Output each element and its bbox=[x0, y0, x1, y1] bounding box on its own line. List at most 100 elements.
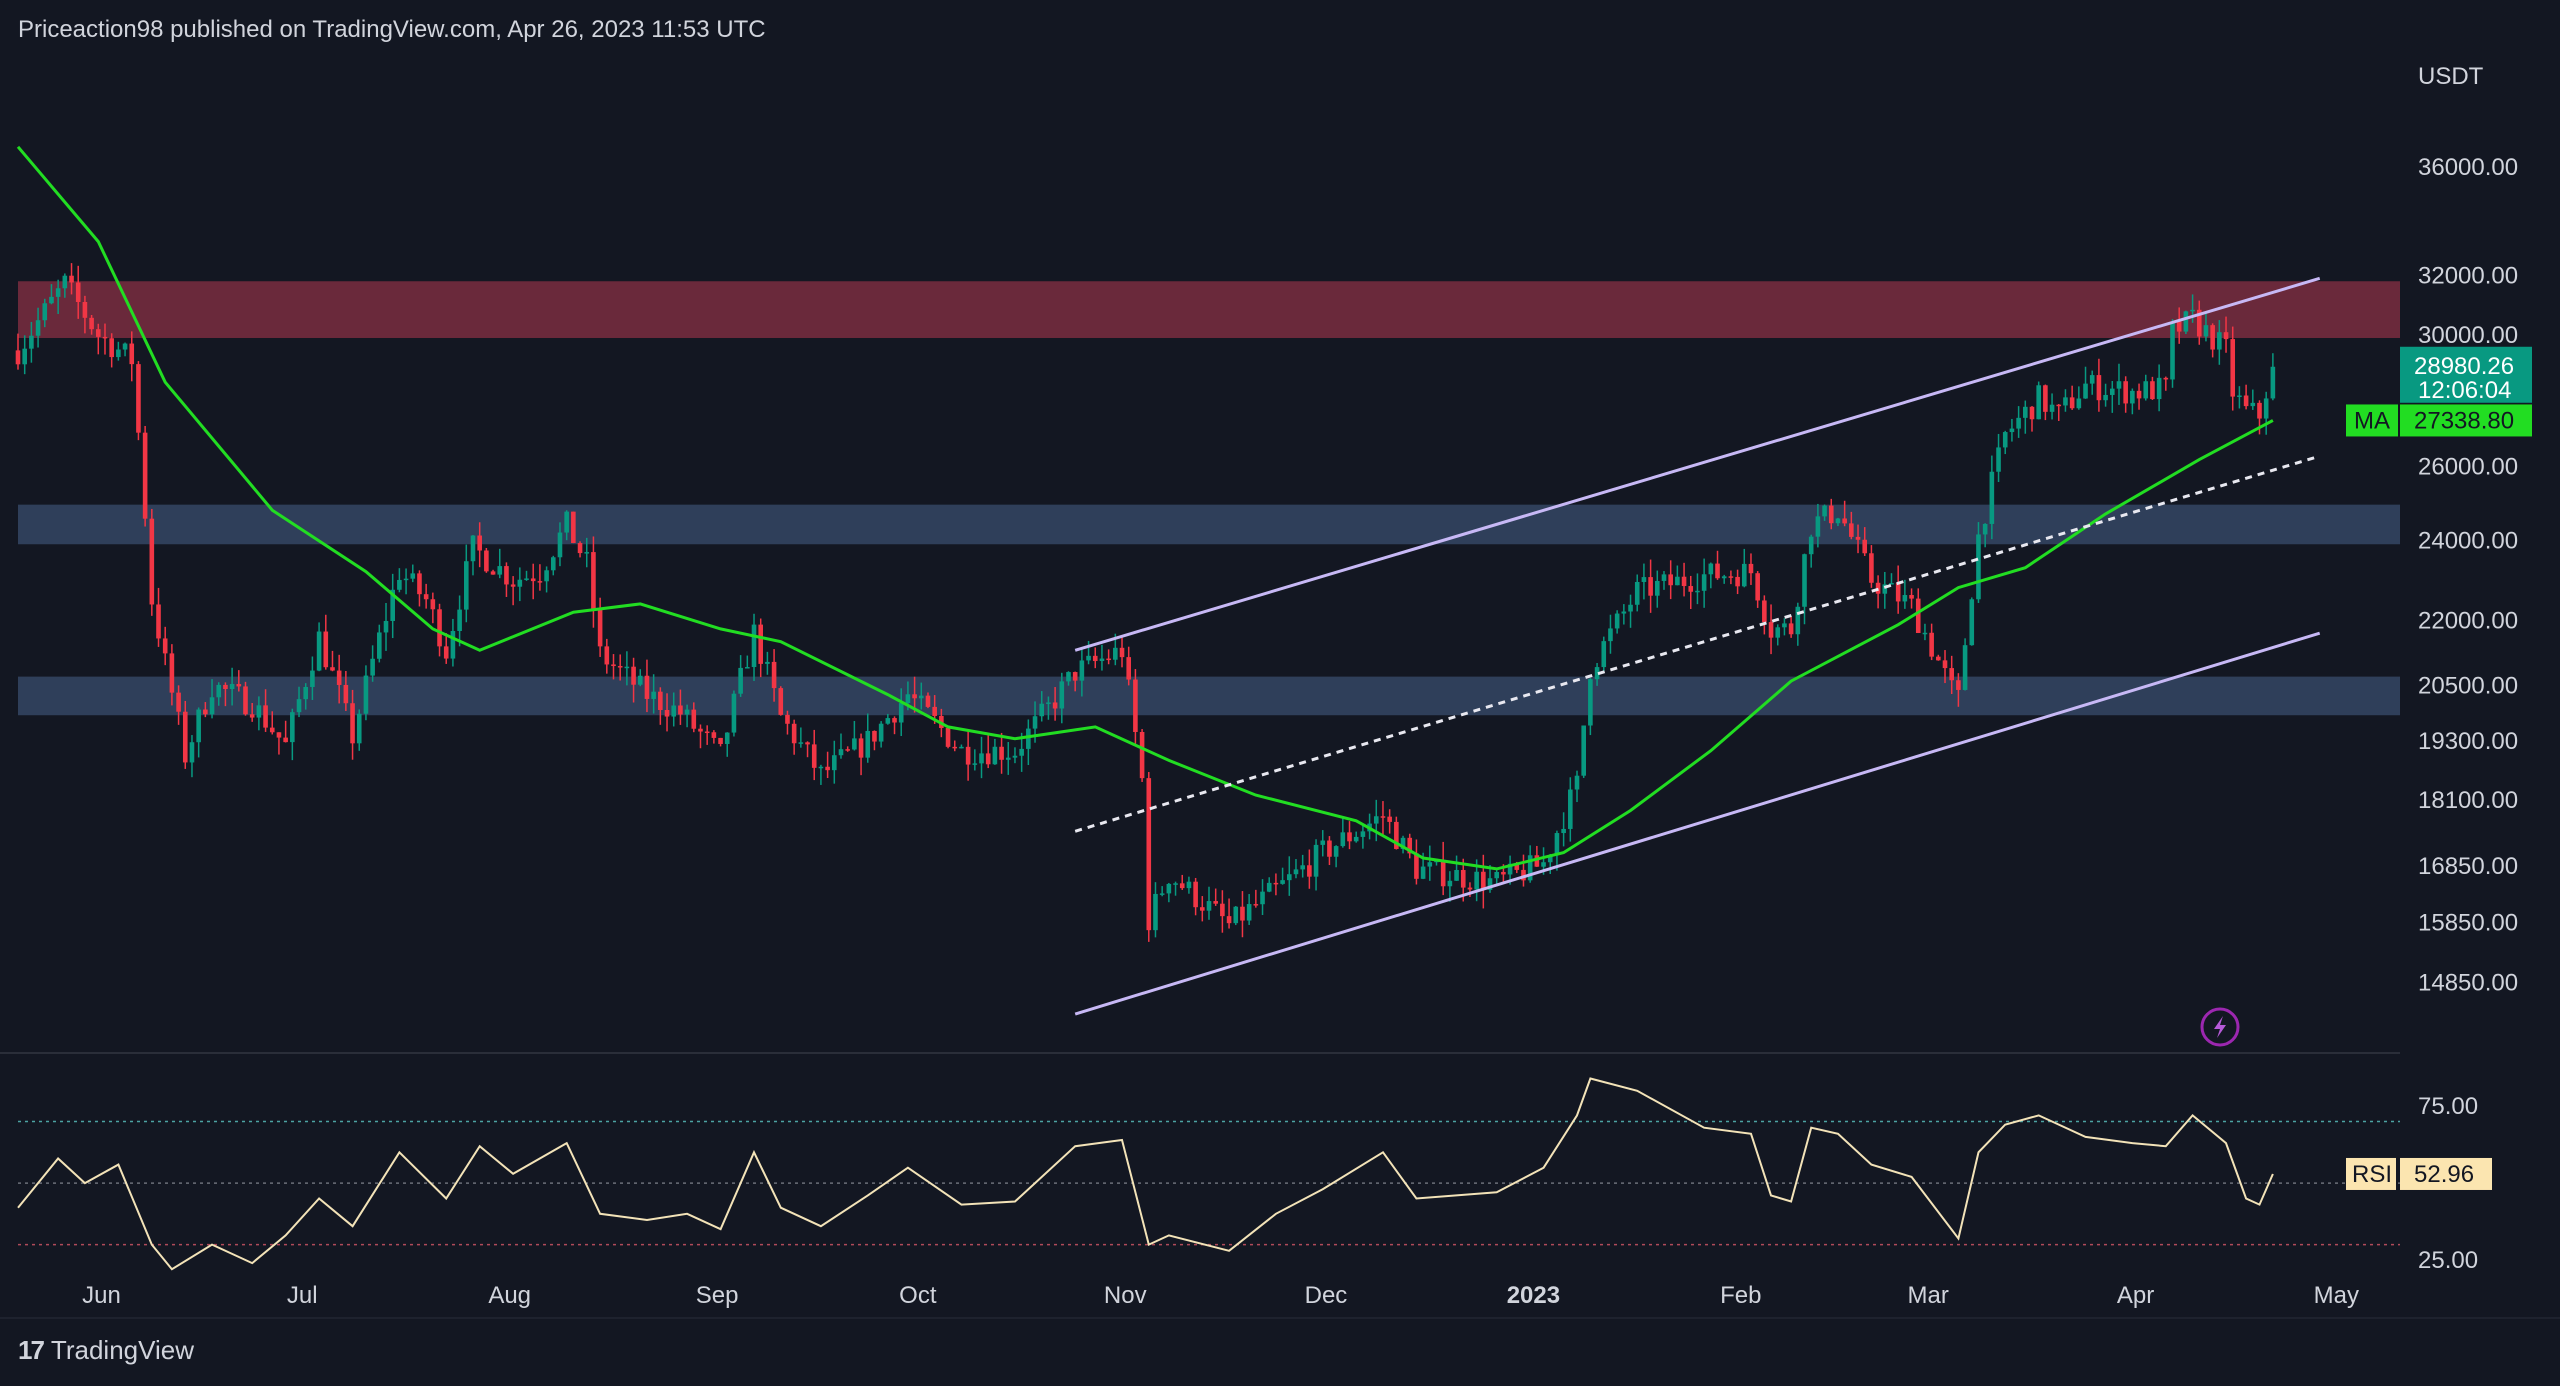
candle-body[interactable] bbox=[249, 714, 255, 718]
candle-body[interactable] bbox=[457, 609, 462, 632]
candle-body[interactable] bbox=[1266, 882, 1272, 892]
candle-body[interactable] bbox=[731, 693, 737, 733]
candle-body[interactable] bbox=[1902, 595, 1908, 602]
candle-body[interactable] bbox=[1086, 655, 1091, 661]
candle-body[interactable] bbox=[22, 348, 27, 365]
candle-body[interactable] bbox=[952, 746, 958, 749]
candle-body[interactable] bbox=[992, 746, 998, 765]
candle-body[interactable] bbox=[2170, 321, 2175, 380]
candle-body[interactable] bbox=[1066, 672, 1071, 682]
candle-body[interactable] bbox=[945, 728, 951, 747]
candle-body[interactable] bbox=[290, 712, 295, 743]
candle-body[interactable] bbox=[738, 667, 743, 694]
candle-body[interactable] bbox=[1654, 580, 1660, 596]
candle-body[interactable] bbox=[1146, 778, 1152, 931]
candle-body[interactable] bbox=[1246, 904, 1252, 921]
candle-body[interactable] bbox=[577, 542, 583, 554]
candle-body[interactable] bbox=[356, 713, 362, 744]
candle-body[interactable] bbox=[209, 697, 215, 715]
candle-body[interactable] bbox=[1949, 668, 1955, 681]
candle-body[interactable] bbox=[745, 667, 750, 669]
candle-body[interactable] bbox=[637, 675, 643, 685]
candle-body[interactable] bbox=[2163, 377, 2169, 380]
candle-body[interactable] bbox=[718, 737, 723, 744]
candle-body[interactable] bbox=[1240, 906, 1245, 921]
candle-body[interactable] bbox=[169, 653, 175, 693]
candle-body[interactable] bbox=[597, 609, 603, 647]
candle-body[interactable] bbox=[818, 766, 824, 769]
candle-body[interactable] bbox=[691, 709, 697, 729]
candle-body[interactable] bbox=[2130, 390, 2135, 404]
candle-body[interactable] bbox=[1815, 516, 1821, 537]
candle-body[interactable] bbox=[2089, 375, 2095, 384]
candle-body[interactable] bbox=[778, 688, 784, 715]
candle-body[interactable] bbox=[162, 638, 168, 654]
candle-body[interactable] bbox=[1614, 613, 1620, 629]
candle-body[interactable] bbox=[149, 518, 155, 605]
zone-support-lower[interactable] bbox=[18, 676, 2400, 716]
candle-body[interactable] bbox=[972, 763, 978, 765]
candle-body[interactable] bbox=[296, 699, 302, 713]
candle-body[interactable] bbox=[62, 275, 68, 289]
candle-body[interactable] bbox=[852, 738, 857, 750]
candle-body[interactable] bbox=[1420, 866, 1426, 879]
candle-body[interactable] bbox=[1440, 859, 1446, 887]
candle-body[interactable] bbox=[1293, 869, 1299, 875]
candle-body[interactable] bbox=[1661, 574, 1667, 581]
candle-body[interactable] bbox=[1206, 901, 1212, 911]
candle-body[interactable] bbox=[276, 732, 282, 738]
candle-body[interactable] bbox=[1855, 536, 1861, 540]
candle-body[interactable] bbox=[644, 675, 650, 699]
candle-body[interactable] bbox=[1213, 901, 1218, 904]
candle-body[interactable] bbox=[1387, 816, 1392, 822]
candle-body[interactable] bbox=[2009, 428, 2015, 433]
candle-body[interactable] bbox=[1568, 789, 1573, 829]
candle-body[interactable] bbox=[2183, 311, 2189, 332]
candle-body[interactable] bbox=[591, 552, 596, 610]
candle-body[interactable] bbox=[1849, 523, 1854, 537]
candle-body[interactable] bbox=[1996, 447, 2001, 472]
candle-body[interactable] bbox=[858, 738, 864, 758]
candle-body[interactable] bbox=[1648, 577, 1653, 596]
candle-body[interactable] bbox=[116, 349, 121, 358]
candle-body[interactable] bbox=[925, 695, 931, 707]
candle-body[interactable] bbox=[631, 666, 636, 685]
candle-body[interactable] bbox=[1052, 702, 1058, 709]
candle-body[interactable] bbox=[95, 329, 101, 337]
candle-body[interactable] bbox=[2250, 402, 2256, 407]
candle-body[interactable] bbox=[2096, 375, 2102, 401]
candle-body[interactable] bbox=[1561, 828, 1566, 834]
candle-body[interactable] bbox=[1179, 883, 1185, 889]
candle-body[interactable] bbox=[1320, 840, 1326, 845]
candle-body[interactable] bbox=[129, 343, 135, 365]
candle-body[interactable] bbox=[2016, 417, 2021, 429]
candle-body[interactable] bbox=[229, 684, 235, 690]
candle-body[interactable] bbox=[604, 646, 610, 665]
candle-body[interactable] bbox=[1200, 907, 1205, 911]
candle-body[interactable] bbox=[1828, 505, 1834, 524]
candle-body[interactable] bbox=[1427, 862, 1433, 867]
candle-body[interactable] bbox=[2029, 406, 2035, 420]
candle-body[interactable] bbox=[1775, 627, 1781, 638]
candle-body[interactable] bbox=[1822, 505, 1827, 517]
candle-body[interactable] bbox=[2049, 404, 2055, 412]
candle-body[interactable] bbox=[1026, 728, 1031, 749]
candle-body[interactable] bbox=[537, 581, 543, 583]
candle-body[interactable] bbox=[2109, 388, 2115, 395]
candle-body[interactable] bbox=[1280, 880, 1285, 884]
candle-body[interactable] bbox=[256, 705, 262, 718]
candle-body[interactable] bbox=[1012, 755, 1018, 758]
candle-body[interactable] bbox=[1353, 836, 1359, 842]
candle-body[interactable] bbox=[363, 675, 369, 714]
candle-body[interactable] bbox=[1721, 576, 1727, 579]
candle-body[interactable] bbox=[2230, 339, 2236, 397]
candle-body[interactable] bbox=[1962, 645, 1968, 690]
candle-body[interactable] bbox=[1300, 865, 1305, 870]
candle-body[interactable] bbox=[1153, 893, 1158, 931]
candle-body[interactable] bbox=[832, 755, 837, 771]
candle-body[interactable] bbox=[350, 703, 355, 744]
candle-body[interactable] bbox=[203, 709, 208, 715]
candle-body[interactable] bbox=[1360, 831, 1366, 837]
candle-body[interactable] bbox=[785, 714, 790, 724]
candle-body[interactable] bbox=[1842, 518, 1847, 524]
